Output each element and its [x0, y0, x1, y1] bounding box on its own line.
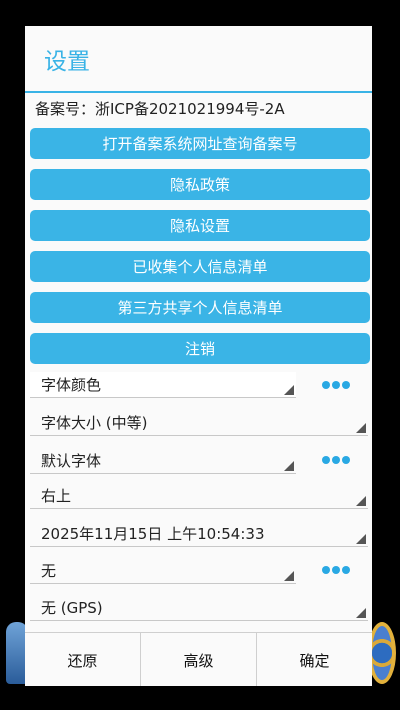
font-color-label: 字体颜色: [41, 376, 102, 394]
background-app-icon-right: [368, 622, 396, 684]
font-face-more-icon[interactable]: [322, 456, 350, 466]
dropdown-arrow-icon: [356, 423, 366, 433]
datetime-label: 2025年11月15日 上午10:54:33: [41, 525, 265, 543]
font-size-select[interactable]: 字体大小 (中等): [30, 410, 368, 436]
restore-button[interactable]: 还原: [25, 633, 141, 686]
dialog-title-bar: 设置: [25, 26, 372, 93]
font-face-label: 默认字体: [41, 452, 102, 470]
font-size-label: 字体大小 (中等): [41, 414, 148, 432]
icp-record-number: 备案号：浙ICP备2021021994号-2A: [35, 99, 285, 118]
option-label: 无: [41, 562, 57, 580]
settings-dialog: 设置 备案号：浙ICP备2021021994号-2A 打开备案系统网址查询备案号…: [25, 26, 372, 686]
option-select[interactable]: 无: [30, 558, 296, 584]
confirm-button[interactable]: 确定: [257, 633, 372, 686]
dropdown-arrow-icon: [284, 461, 294, 471]
dropdown-arrow-icon: [356, 496, 366, 506]
advanced-button[interactable]: 高级: [141, 633, 257, 686]
dropdown-arrow-icon: [284, 571, 294, 581]
font-face-select[interactable]: 默认字体: [30, 448, 296, 474]
gps-select[interactable]: 无 (GPS): [30, 595, 368, 621]
deregister-button[interactable]: 注销: [30, 333, 370, 364]
privacy-policy-button[interactable]: 隐私政策: [30, 169, 370, 200]
gps-label: 无 (GPS): [41, 599, 103, 617]
third-party-share-list-button[interactable]: 第三方共享个人信息清单: [30, 292, 370, 323]
dialog-title: 设置: [44, 48, 90, 75]
option-more-icon[interactable]: [322, 566, 350, 576]
dropdown-arrow-icon: [356, 534, 366, 544]
dropdown-arrow-icon: [284, 385, 294, 395]
font-color-more-icon[interactable]: [322, 381, 350, 391]
open-icp-query-button[interactable]: 打开备案系统网址查询备案号: [30, 128, 370, 159]
dialog-footer: 还原 高级 确定: [25, 632, 372, 686]
privacy-settings-button[interactable]: 隐私设置: [30, 210, 370, 241]
dropdown-arrow-icon: [356, 608, 366, 618]
collected-info-list-button[interactable]: 已收集个人信息清单: [30, 251, 370, 282]
position-select[interactable]: 右上: [30, 483, 368, 509]
font-color-select[interactable]: 字体颜色: [30, 372, 296, 398]
datetime-select[interactable]: 2025年11月15日 上午10:54:33: [30, 521, 368, 547]
position-label: 右上: [41, 487, 72, 505]
